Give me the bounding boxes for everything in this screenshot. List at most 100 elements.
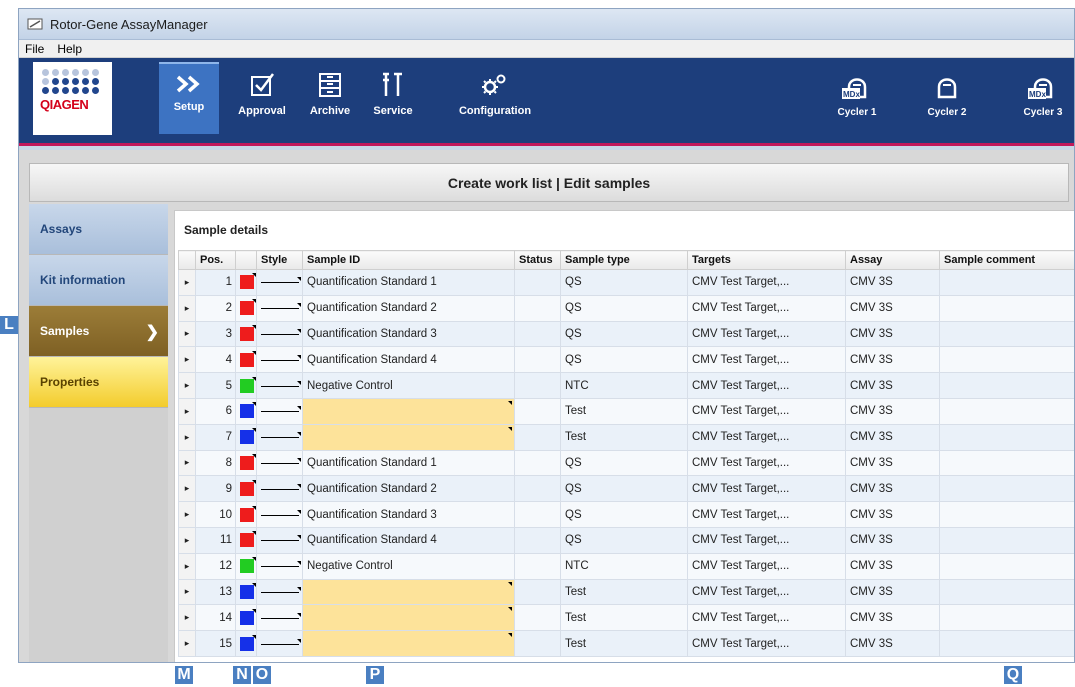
step-kit-information[interactable]: Kit information bbox=[29, 255, 168, 306]
archive-button[interactable]: Archive bbox=[302, 62, 358, 134]
color-swatch[interactable] bbox=[240, 557, 256, 574]
line-style-icon[interactable] bbox=[261, 483, 301, 494]
sample-id-cell[interactable]: Quantification Standard 3 bbox=[302, 501, 515, 528]
color-cell[interactable] bbox=[235, 526, 257, 554]
col-color[interactable] bbox=[235, 250, 257, 270]
sample-id-cell[interactable]: Quantification Standard 3 bbox=[302, 320, 515, 348]
color-cell[interactable] bbox=[235, 578, 257, 606]
table-row[interactable]: ▸ 8 Quantification Standard 1 QS CMV Test Ta… bbox=[178, 449, 1074, 477]
table-row[interactable]: ▸ 6 Test CMV Test Target,... CMV 3S bbox=[178, 397, 1074, 425]
style-cell[interactable] bbox=[256, 294, 303, 322]
color-cell[interactable] bbox=[235, 475, 257, 503]
sample-id-cell[interactable] bbox=[302, 578, 515, 606]
table-row[interactable]: ▸ 5 Negative Control NTC CMV Test Target,...… bbox=[178, 372, 1074, 399]
line-style-icon[interactable] bbox=[261, 354, 301, 365]
line-style-icon[interactable] bbox=[261, 432, 301, 442]
sample-id-cell[interactable]: Quantification Standard 2 bbox=[302, 294, 515, 322]
table-row[interactable]: ▸ 15 Test CMV Test Target,... CMV 3S bbox=[178, 630, 1074, 657]
sample-id-cell[interactable] bbox=[302, 604, 515, 632]
row-expand-arrow[interactable]: ▸ bbox=[178, 630, 196, 657]
line-style-icon[interactable] bbox=[261, 586, 301, 597]
sample-id-cell[interactable]: Quantification Standard 4 bbox=[302, 346, 515, 374]
color-cell[interactable] bbox=[235, 372, 257, 399]
sample-comment-cell[interactable] bbox=[939, 294, 1074, 322]
color-cell[interactable] bbox=[235, 346, 257, 374]
color-swatch[interactable] bbox=[240, 582, 256, 599]
sample-comment-cell[interactable] bbox=[939, 423, 1074, 451]
table-row[interactable]: ▸ 14 Test CMV Test Target,... CMV 3S bbox=[178, 604, 1074, 632]
style-cell[interactable] bbox=[256, 423, 303, 451]
col-sample-type[interactable]: Sample type bbox=[560, 250, 688, 270]
color-swatch[interactable] bbox=[240, 402, 256, 419]
sample-comment-cell[interactable] bbox=[939, 526, 1074, 554]
cycler-2-button[interactable]: Cycler 2 bbox=[916, 66, 978, 128]
sample-comment-cell[interactable] bbox=[939, 630, 1074, 657]
table-row[interactable]: ▸ 1 Quantification Standard 1 QS CMV Test Ta… bbox=[178, 269, 1074, 296]
style-cell[interactable] bbox=[256, 501, 303, 528]
style-cell[interactable] bbox=[256, 372, 303, 399]
row-expand-arrow[interactable]: ▸ bbox=[178, 346, 196, 374]
col-sample-comment[interactable]: Sample comment bbox=[939, 250, 1074, 270]
style-cell[interactable] bbox=[256, 346, 303, 374]
col-pos[interactable]: Pos. bbox=[195, 250, 236, 270]
row-expand-arrow[interactable]: ▸ bbox=[178, 320, 196, 348]
style-cell[interactable] bbox=[256, 630, 303, 657]
line-style-icon[interactable] bbox=[261, 406, 301, 416]
color-cell[interactable] bbox=[235, 423, 257, 451]
color-swatch[interactable] bbox=[240, 376, 256, 393]
table-row[interactable]: ▸ 12 Negative Control NTC CMV Test Target,..… bbox=[178, 552, 1074, 580]
row-expand-arrow[interactable]: ▸ bbox=[178, 423, 196, 451]
sample-id-cell[interactable]: Quantification Standard 2 bbox=[302, 475, 515, 503]
table-row[interactable]: ▸ 10 Quantification Standard 3 QS CMV Test T… bbox=[178, 501, 1074, 528]
sample-comment-cell[interactable] bbox=[939, 578, 1074, 606]
table-row[interactable]: ▸ 3 Quantification Standard 3 QS CMV Test Ta… bbox=[178, 320, 1074, 348]
style-cell[interactable] bbox=[256, 578, 303, 606]
color-swatch[interactable] bbox=[240, 428, 256, 445]
sample-id-cell[interactable] bbox=[302, 423, 515, 451]
setup-button[interactable]: Setup bbox=[159, 62, 219, 134]
table-row[interactable]: ▸ 13 Test CMV Test Target,... CMV 3S bbox=[178, 578, 1074, 606]
color-swatch[interactable] bbox=[240, 505, 256, 522]
row-expand-arrow[interactable]: ▸ bbox=[178, 269, 196, 296]
color-cell[interactable] bbox=[235, 449, 257, 477]
step-samples[interactable]: Samples ❯ bbox=[29, 306, 168, 357]
sample-comment-cell[interactable] bbox=[939, 475, 1074, 503]
sample-comment-cell[interactable] bbox=[939, 449, 1074, 477]
row-expand-arrow[interactable]: ▸ bbox=[178, 372, 196, 399]
cycler-1-button[interactable]: MDx Cycler 1 bbox=[826, 66, 888, 128]
color-cell[interactable] bbox=[235, 269, 257, 296]
sample-comment-cell[interactable] bbox=[939, 269, 1074, 296]
sample-id-cell[interactable]: Quantification Standard 4 bbox=[302, 526, 515, 554]
line-style-icon[interactable] bbox=[261, 535, 301, 545]
sample-comment-cell[interactable] bbox=[939, 397, 1074, 425]
row-expand-arrow[interactable]: ▸ bbox=[178, 604, 196, 632]
line-style-icon[interactable] bbox=[261, 277, 301, 287]
color-cell[interactable] bbox=[235, 294, 257, 322]
color-cell[interactable] bbox=[235, 320, 257, 348]
menu-help[interactable]: Help bbox=[57, 42, 82, 56]
row-expand-arrow[interactable]: ▸ bbox=[178, 294, 196, 322]
line-style-icon[interactable] bbox=[261, 303, 301, 313]
color-swatch[interactable] bbox=[240, 453, 256, 470]
line-style-icon[interactable] bbox=[261, 561, 301, 571]
line-style-icon[interactable] bbox=[261, 612, 301, 623]
row-expand-arrow[interactable]: ▸ bbox=[178, 397, 196, 425]
step-assays[interactable]: Assays bbox=[29, 204, 168, 255]
col-assay[interactable]: Assay bbox=[845, 250, 940, 270]
sample-comment-cell[interactable] bbox=[939, 552, 1074, 580]
color-cell[interactable] bbox=[235, 630, 257, 657]
color-swatch[interactable] bbox=[240, 273, 256, 290]
service-button[interactable]: Service bbox=[365, 62, 421, 134]
line-style-icon[interactable] bbox=[261, 638, 301, 649]
cycler-3-button[interactable]: MDx Cycler 3 bbox=[1012, 66, 1074, 128]
color-swatch[interactable] bbox=[240, 531, 256, 548]
col-style[interactable]: Style bbox=[256, 250, 303, 270]
color-cell[interactable] bbox=[235, 552, 257, 580]
approval-button[interactable]: Approval bbox=[232, 62, 292, 134]
sample-comment-cell[interactable] bbox=[939, 604, 1074, 632]
step-properties[interactable]: Properties bbox=[29, 357, 168, 408]
line-style-icon[interactable] bbox=[261, 457, 301, 468]
sample-id-cell[interactable]: Quantification Standard 1 bbox=[302, 269, 515, 296]
line-style-icon[interactable] bbox=[261, 509, 301, 520]
sample-comment-cell[interactable] bbox=[939, 501, 1074, 528]
